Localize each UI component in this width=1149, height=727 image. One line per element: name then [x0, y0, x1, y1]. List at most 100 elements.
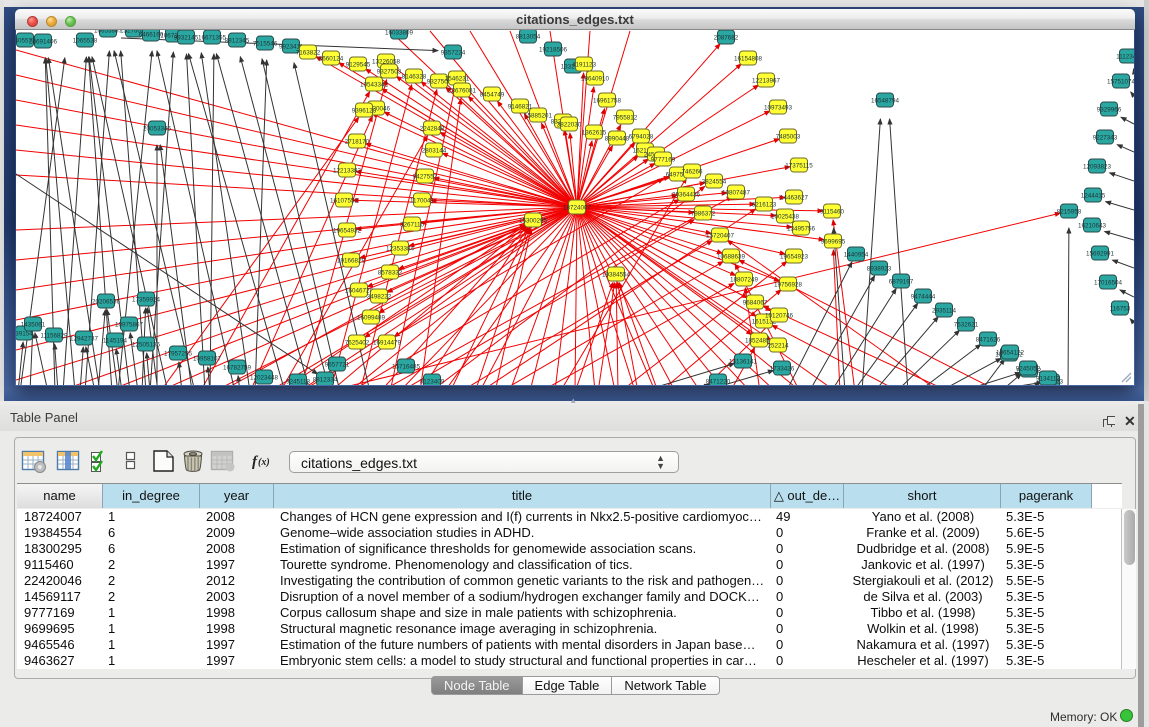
- svg-text:7485003: 7485003: [776, 133, 801, 140]
- svg-text:6794028: 6794028: [629, 133, 654, 140]
- svg-text:1733426: 1733426: [770, 365, 795, 372]
- svg-text:1170041: 1170041: [410, 197, 435, 204]
- svg-text:9245113: 9245113: [286, 378, 311, 385]
- svg-text:10653867: 10653867: [94, 30, 123, 34]
- svg-text:8812345: 8812345: [225, 37, 250, 44]
- svg-text:15716485: 15716485: [392, 363, 421, 370]
- svg-text:9396123: 9396123: [352, 107, 377, 114]
- svg-text:16099489: 16099489: [357, 314, 386, 321]
- svg-text:9699695: 9699695: [821, 238, 846, 245]
- svg-text:16782759: 16782759: [223, 364, 252, 371]
- svg-text:8123409: 8123409: [420, 378, 445, 385]
- svg-text:19384554: 19384554: [602, 271, 631, 278]
- svg-text:17359924: 17359924: [132, 296, 161, 303]
- svg-text:17957255: 17957255: [164, 350, 193, 357]
- svg-text:9129545: 9129545: [346, 61, 371, 68]
- svg-text:15751074: 15751074: [1107, 78, 1134, 85]
- svg-text:116753: 116753: [1110, 305, 1131, 312]
- svg-text:10975867: 10975867: [115, 321, 144, 328]
- svg-text:15885201: 15885201: [524, 112, 553, 119]
- svg-text:12505135: 12505135: [132, 341, 161, 348]
- svg-text:19756928: 19756928: [774, 281, 803, 288]
- svg-text:19166829: 19166829: [337, 257, 366, 264]
- svg-text:10120746: 10120746: [765, 312, 794, 319]
- svg-text:15720407: 15720407: [706, 232, 735, 239]
- svg-text:20206536: 20206536: [92, 298, 121, 305]
- svg-text:12942737: 12942737: [70, 335, 99, 342]
- svg-text:20053346: 20053346: [143, 125, 172, 132]
- svg-text:9134112: 9134112: [1036, 375, 1061, 382]
- svg-text:2087682: 2087682: [714, 34, 739, 41]
- svg-text:7625402: 7625402: [345, 339, 370, 346]
- svg-text:20364436: 20364436: [672, 191, 701, 198]
- svg-text:9427552: 9427552: [413, 173, 438, 180]
- svg-text:9227343: 9227343: [1093, 134, 1118, 141]
- svg-text:8578332: 8578332: [378, 269, 403, 276]
- svg-text:1112345: 1112345: [1116, 53, 1134, 60]
- svg-text:1435061: 1435061: [21, 321, 46, 328]
- svg-text:10543342: 10543342: [360, 81, 389, 88]
- svg-text:7632621: 7632621: [954, 321, 979, 328]
- svg-text:12023448: 12023448: [250, 374, 279, 381]
- svg-text:1440954: 1440954: [844, 251, 869, 258]
- svg-text:16961758: 16961758: [593, 97, 622, 104]
- svg-text:16671355: 16671355: [198, 34, 227, 41]
- svg-text:8215958: 8215958: [1057, 208, 1082, 215]
- svg-text:16154808: 16154808: [734, 55, 763, 62]
- svg-text:9146821: 9146821: [508, 103, 533, 110]
- svg-text:19218506: 19218506: [539, 46, 568, 53]
- svg-text:16210643: 16210643: [1078, 222, 1107, 229]
- svg-text:9474444: 9474444: [911, 293, 936, 300]
- svg-text:9329966: 9329966: [1097, 106, 1122, 113]
- svg-text:18807249: 18807249: [730, 276, 759, 283]
- svg-text:10688639: 10688639: [717, 253, 746, 260]
- svg-text:9777169: 9777169: [651, 156, 676, 163]
- svg-text:9657721: 9657721: [325, 361, 350, 368]
- svg-text:17016504: 17016504: [1094, 279, 1123, 286]
- svg-text:15300295: 15300295: [519, 217, 548, 224]
- svg-text:10973493: 10973493: [764, 104, 793, 111]
- svg-text:8146328: 8146328: [402, 73, 427, 80]
- svg-text:(x): (x): [258, 457, 270, 468]
- svg-text:10025438: 10025438: [771, 213, 800, 220]
- svg-text:3824554: 3824554: [702, 178, 727, 185]
- svg-text:8660124: 8660124: [319, 55, 344, 62]
- svg-text:746266: 746266: [681, 168, 703, 175]
- svg-text:1244415: 1244415: [1081, 192, 1106, 199]
- svg-text:14136141: 14136141: [729, 358, 758, 365]
- svg-text:3822030: 3822030: [557, 121, 582, 128]
- svg-text:12353384: 12353384: [386, 245, 415, 252]
- svg-text:16033809: 16033809: [385, 30, 414, 36]
- svg-text:9115460: 9115460: [820, 208, 845, 215]
- svg-text:8812334: 8812334: [313, 376, 338, 383]
- svg-text:18640910: 18640910: [581, 75, 610, 82]
- svg-text:23676081: 23676081: [448, 87, 477, 94]
- svg-text:19654932: 19654932: [333, 227, 362, 234]
- svg-text:20691406: 20691406: [29, 38, 58, 45]
- svg-text:17375115: 17375115: [785, 162, 813, 169]
- svg-text:2803144: 2803144: [422, 147, 447, 154]
- svg-text:9932145: 9932145: [174, 34, 199, 41]
- svg-text:3267110: 3267110: [400, 221, 425, 228]
- svg-text:10958107: 10958107: [193, 355, 222, 362]
- svg-text:7163822: 7163822: [296, 49, 321, 56]
- svg-text:7955812: 7955812: [613, 114, 638, 121]
- svg-text:1065538: 1065538: [73, 37, 98, 44]
- svg-text:9684067: 9684067: [743, 299, 768, 306]
- svg-text:8938923: 8938923: [867, 265, 892, 272]
- svg-text:11156829: 11156829: [40, 332, 68, 339]
- svg-text:1362615: 1362615: [582, 129, 607, 136]
- svg-text:6216123: 6216123: [752, 201, 777, 208]
- svg-text:19654923: 19654923: [780, 253, 809, 260]
- svg-text:2935114: 2935114: [932, 307, 957, 314]
- svg-text:2242848: 2242848: [420, 125, 445, 132]
- svg-text:6879197: 6879197: [889, 278, 914, 285]
- svg-text:14463627: 14463627: [780, 194, 809, 201]
- svg-text:4191123: 4191123: [572, 61, 597, 68]
- svg-text:252214: 252214: [767, 342, 789, 349]
- svg-text:12213967: 12213967: [752, 77, 781, 84]
- svg-text:15692991: 15692991: [1086, 250, 1115, 257]
- svg-text:1546231: 1546231: [445, 75, 470, 82]
- svg-text:8471220: 8471220: [706, 378, 731, 385]
- svg-text:1145194: 1145194: [103, 337, 128, 344]
